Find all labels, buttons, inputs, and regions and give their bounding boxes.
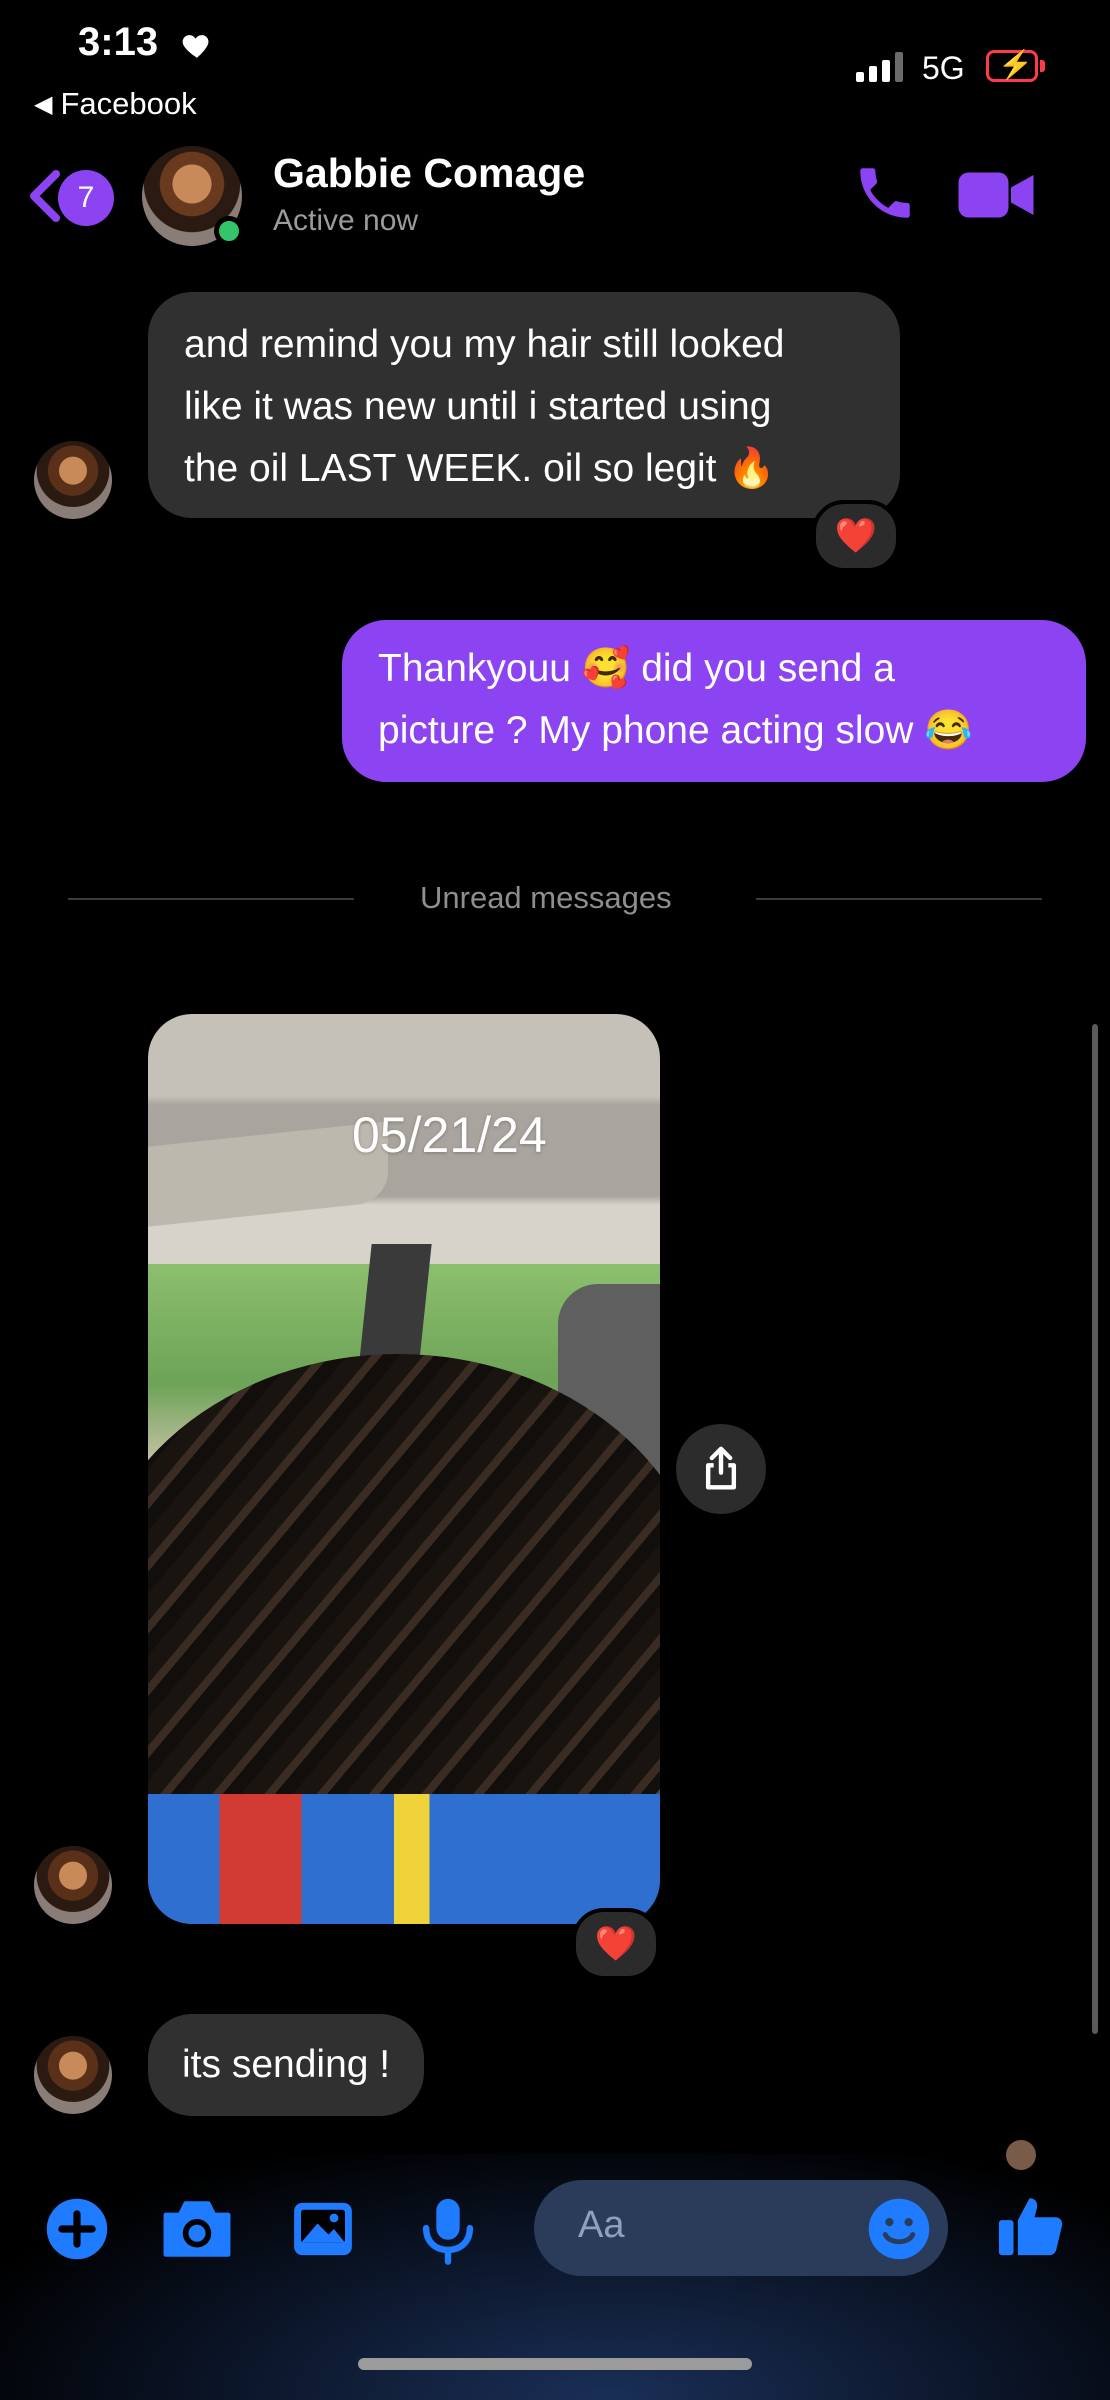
photo-shirt <box>148 1794 660 1924</box>
video-camera-icon[interactable] <box>956 166 1036 224</box>
gallery-icon[interactable] <box>290 2196 356 2262</box>
back-to-app-link[interactable]: ◀ Facebook <box>34 86 197 122</box>
message-line: Thankyouu 🥰 did you send a <box>378 647 895 690</box>
outgoing-message-bubble[interactable]: Thankyouu 🥰 did you send a picture ? My … <box>342 620 1086 782</box>
heart-reaction[interactable]: ❤️ <box>572 1908 660 1980</box>
read-receipt-avatar <box>1006 2140 1036 2170</box>
online-indicator <box>214 216 244 246</box>
message-line: the oil LAST WEEK. oil so legit 🔥 <box>184 447 776 490</box>
share-icon <box>705 1446 737 1490</box>
phone-icon[interactable] <box>852 160 918 226</box>
divider-line-right <box>756 898 1042 900</box>
microphone-icon[interactable] <box>418 2196 478 2266</box>
photo-date-overlay: 05/21/24 <box>352 1107 547 1163</box>
divider-line-left <box>68 898 354 900</box>
sender-avatar[interactable] <box>34 1846 112 1924</box>
unread-messages-divider: Unread messages <box>420 880 672 915</box>
contact-status: Active now <box>273 204 419 237</box>
incoming-message-bubble[interactable]: and remind you my hair still looked like… <box>148 292 900 518</box>
message-line: and remind you my hair still looked <box>184 323 785 366</box>
message-text: its sending ! <box>182 2043 391 2086</box>
message-line: like it was new until i started using <box>184 385 772 428</box>
heart-reaction[interactable]: ❤️ <box>812 500 900 572</box>
network-type: 5G <box>922 50 965 86</box>
plus-icon[interactable] <box>44 2196 110 2262</box>
back-app-label: Facebook <box>60 86 197 121</box>
camera-icon[interactable] <box>160 2196 234 2262</box>
battery-tip <box>1040 60 1045 72</box>
share-button[interactable] <box>676 1424 766 1514</box>
status-time: 3:13 <box>78 20 159 64</box>
home-indicator[interactable] <box>358 2358 752 2370</box>
emoji-icon[interactable] <box>866 2196 932 2262</box>
sender-avatar[interactable] <box>34 441 112 519</box>
unread-count-badge[interactable]: 7 <box>58 170 114 226</box>
back-triangle-icon: ◀ <box>34 90 53 118</box>
incoming-message-bubble[interactable]: its sending ! <box>148 2014 425 2116</box>
sender-avatar[interactable] <box>34 2036 112 2114</box>
heart-icon <box>182 35 209 58</box>
contact-name[interactable]: Gabbie Comage <box>273 150 585 197</box>
charging-bolt-icon: ⚡ <box>998 49 1033 80</box>
signal-icon <box>856 52 903 82</box>
message-input-placeholder: Aa <box>578 2204 625 2246</box>
message-line: picture ? My phone acting slow 😂 <box>378 709 973 752</box>
thumbs-up-icon[interactable] <box>996 2190 1066 2262</box>
scrollbar[interactable] <box>1092 1024 1098 2034</box>
